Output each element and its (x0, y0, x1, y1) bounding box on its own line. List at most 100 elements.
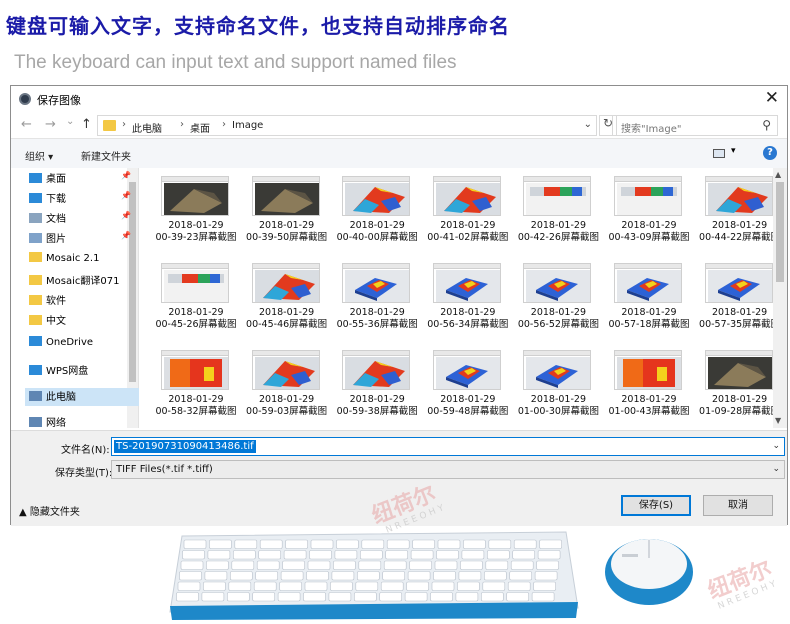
file-item[interactable]: 2018-01-29 00-44-22屏幕截图 (695, 170, 773, 258)
mouse-image (605, 539, 693, 605)
file-date: 2018-01-29 (440, 307, 496, 318)
sidebar-item-label: Mosaic翻译071 (46, 276, 120, 287)
help-icon[interactable]: ? (763, 146, 777, 160)
file-thumbnail (704, 263, 773, 303)
cancel-button[interactable]: 取消 (703, 495, 773, 516)
sidebar-item[interactable]: 桌面 📌 (29, 170, 137, 188)
chevron-down-icon[interactable]: ⌄ (772, 441, 780, 451)
file-date: 2018-01-29 (349, 307, 405, 318)
filetype-select[interactable]: TIFF Files(*.tif *.tiff) ⌄ (111, 460, 785, 479)
file-item[interactable]: 2018-01-29 00-57-18屏幕截图 (604, 257, 694, 345)
hide-folders-button[interactable]: ▲ 隐藏文件夹 (19, 503, 80, 518)
file-item[interactable]: 2018-01-29 00-58-32屏幕截图 (151, 344, 241, 428)
headline: 键盘可输入文字，支持命名文件，也支持自动排序命名 (6, 14, 510, 38)
file-item[interactable]: 2018-01-29 00-57-35屏幕截图 (695, 257, 773, 345)
folder-icon (103, 120, 116, 131)
file-item[interactable]: 2018-01-29 00-45-46屏幕截图 (242, 257, 332, 345)
close-icon[interactable]: ✕ (765, 88, 779, 108)
file-date: 2018-01-29 (621, 394, 677, 405)
chevron-down-icon[interactable]: ▾ (731, 146, 736, 156)
file-list-scrollbar[interactable]: ▲ ▼ (773, 168, 787, 428)
scroll-down-icon[interactable]: ▼ (775, 416, 781, 425)
file-date: 2018-01-29 (711, 220, 768, 231)
organize-button[interactable]: 组织 ▾ (25, 148, 53, 163)
recent-locations-icon[interactable]: ⌄ (66, 116, 74, 127)
file-thumbnail (342, 350, 411, 390)
download-icon (29, 193, 42, 203)
sidebar-item[interactable]: 文档 📌 (29, 210, 137, 228)
file-thumbnail (704, 350, 773, 390)
file-item[interactable]: 2018-01-29 00-59-48屏幕截图 (423, 344, 513, 428)
view-mode-icon[interactable] (713, 149, 725, 158)
file-date: 2018-01-29 (168, 394, 224, 405)
file-date: 2018-01-29 (440, 394, 496, 405)
file-item[interactable]: 2018-01-29 00-56-52屏幕截图 (513, 257, 603, 345)
chevron-down-icon[interactable]: ⌄ (584, 119, 592, 130)
file-name: 00-45-26屏幕截图 (155, 319, 237, 330)
file-thumbnail (432, 350, 501, 390)
file-name: 00-40-00屏幕截图 (336, 232, 418, 243)
sidebar-item[interactable]: WPS网盘 (29, 362, 137, 380)
sidebar-item[interactable]: 下载 📌 (29, 190, 137, 208)
new-folder-button[interactable]: 新建文件夹 (81, 148, 131, 163)
sidebar-item[interactable]: Mosaic翻译071 (29, 272, 137, 290)
file-item[interactable]: 2018-01-29 00-45-26屏幕截图 (151, 257, 241, 345)
sidebar-item[interactable]: Mosaic 2.1 (29, 252, 137, 270)
sidebar-item-label: 软件 (46, 296, 66, 307)
title-bar: 保存图像 ✕ (11, 86, 787, 112)
up-arrow-icon[interactable]: ↑ (81, 117, 92, 132)
breadcrumb-image[interactable]: Image (232, 120, 263, 131)
file-thumbnail (614, 350, 682, 390)
file-item[interactable]: 2018-01-29 00-55-36屏幕截图 (332, 257, 422, 345)
sidebar-item[interactable]: 中文 (29, 312, 137, 330)
scroll-up-icon[interactable]: ▲ (775, 170, 781, 179)
file-date: 2018-01-29 (621, 307, 677, 318)
file-item[interactable]: 2018-01-29 00-40-00屏幕截图 (332, 170, 422, 258)
search-input[interactable]: 搜索"Image" ⚲ (612, 115, 778, 136)
sidebar-item[interactable]: OneDrive (29, 336, 137, 354)
file-item[interactable]: 2018-01-29 01-00-43屏幕截图 (604, 344, 694, 428)
breadcrumb-desktop[interactable]: 桌面 (190, 120, 210, 135)
file-name: 00-42-26屏幕截图 (517, 232, 599, 243)
file-name: 00-58-32屏幕截图 (155, 406, 237, 417)
file-thumbnail (342, 263, 411, 303)
file-item[interactable]: 2018-01-29 00-42-26屏幕截图 (513, 170, 603, 258)
sidebar-item[interactable]: 软件 (29, 292, 137, 310)
file-item[interactable]: 2018-01-29 01-09-28屏幕截图 (695, 344, 773, 428)
save-button[interactable]: 保存(S) (621, 495, 691, 516)
sidebar-item[interactable]: 图片 📌 (29, 230, 137, 248)
scrollbar-thumb[interactable] (776, 182, 784, 282)
file-item[interactable]: 2018-01-29 00-59-38屏幕截图 (332, 344, 422, 428)
back-arrow-icon[interactable]: ← (21, 117, 32, 132)
chevron-down-icon: ⌄ (772, 464, 780, 474)
file-item[interactable]: 2018-01-29 00-41-02屏幕截图 (423, 170, 513, 258)
file-thumbnail (614, 176, 682, 216)
file-date: 2018-01-29 (258, 220, 315, 231)
filename-field[interactable]: TS-20190731090413486.tif ⌄ (111, 437, 785, 456)
file-name: 00-59-48屏幕截图 (427, 406, 509, 417)
file-thumbnail (704, 176, 773, 216)
file-item[interactable]: 2018-01-29 00-43-09屏幕截图 (604, 170, 694, 258)
file-item[interactable]: 2018-01-29 00-39-50屏幕截图 (242, 170, 332, 258)
filename-label: 文件名(N): (61, 445, 110, 456)
file-item[interactable]: 2018-01-29 01-00-30屏幕截图 (513, 344, 603, 428)
breadcrumb-this-pc[interactable]: 此电脑 (132, 120, 162, 135)
file-name: 00-45-46屏幕截图 (246, 319, 328, 330)
file-date: 2018-01-29 (168, 307, 224, 318)
file-item[interactable]: 2018-01-29 00-39-23屏幕截图 (151, 170, 241, 258)
file-thumbnail (161, 350, 229, 390)
picture-icon (29, 233, 42, 243)
sidebar-item-label: 图片 (46, 234, 66, 245)
file-name: 01-00-30屏幕截图 (517, 406, 599, 417)
sidebar-item-label: 下载 (46, 194, 66, 205)
sidebar-item-label: WPS网盘 (46, 366, 89, 377)
address-bar[interactable]: › 此电脑 › 桌面 › Image ⌄ (97, 115, 597, 136)
chevron-right-icon: › (222, 119, 226, 130)
chevron-right-icon: › (122, 119, 126, 130)
file-item[interactable]: 2018-01-29 00-59-03屏幕截图 (242, 344, 332, 428)
file-item[interactable]: 2018-01-29 00-56-34屏幕截图 (423, 257, 513, 345)
file-thumbnail (161, 176, 229, 216)
forward-arrow-icon[interactable]: → (45, 117, 56, 132)
sidebar-item[interactable]: 此电脑 (25, 388, 139, 406)
dialog-title: 保存图像 (37, 94, 81, 107)
